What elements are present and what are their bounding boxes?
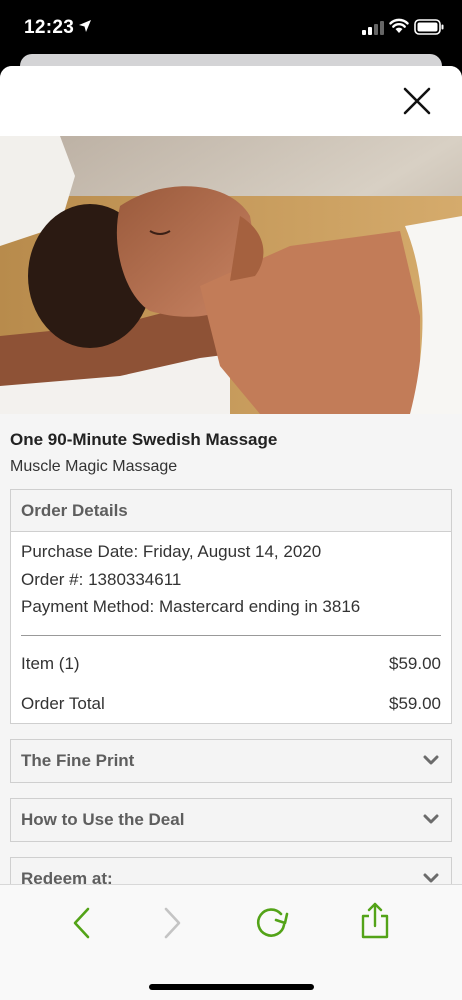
status-time: 12:23 <box>24 17 75 38</box>
order-number: Order #: 1380334611 <box>21 570 182 589</box>
cellular-signal-icon <box>362 21 384 35</box>
wifi-icon <box>389 18 409 33</box>
browser-toolbar <box>0 884 462 1000</box>
status-bar: 12:23 <box>0 0 462 56</box>
deal-detail-sheet: One 90-Minute Swedish Massage Muscle Mag… <box>0 66 462 1000</box>
fine-print-accordion[interactable]: The Fine Print <box>10 739 452 783</box>
sheet-header <box>0 66 462 136</box>
refresh-icon[interactable] <box>254 906 290 940</box>
merchant-name: Muscle Magic Massage <box>10 458 178 475</box>
order-details-heading: Order Details <box>11 490 451 532</box>
deal-title: One 90-Minute Swedish Massage <box>10 430 278 449</box>
deal-image <box>0 136 462 414</box>
chevron-down-icon <box>423 873 439 883</box>
fine-print-label: The Fine Print <box>21 751 135 770</box>
share-icon[interactable] <box>359 901 391 941</box>
chevron-down-icon <box>423 814 439 824</box>
order-total-price: $59.00 <box>389 694 441 713</box>
forward-arrow-icon[interactable] <box>160 905 184 941</box>
chevron-down-icon <box>423 755 439 765</box>
payment-method: Payment Method: Mastercard ending in 381… <box>21 597 361 616</box>
purchase-date: Purchase Date: Friday, August 14, 2020 <box>21 542 322 561</box>
close-icon[interactable] <box>402 86 432 116</box>
order-details-card: Order Details Purchase Date: Friday, Aug… <box>10 489 452 724</box>
home-indicator <box>149 984 314 990</box>
order-total-label: Order Total <box>21 694 105 713</box>
location-arrow-icon <box>79 20 91 32</box>
how-to-use-label: How to Use the Deal <box>21 810 185 829</box>
back-arrow-icon[interactable] <box>70 905 94 941</box>
item-label: Item (1) <box>21 654 80 673</box>
how-to-use-accordion[interactable]: How to Use the Deal <box>10 798 452 842</box>
battery-icon <box>414 19 444 35</box>
divider <box>21 635 441 636</box>
item-price: $59.00 <box>389 654 441 673</box>
